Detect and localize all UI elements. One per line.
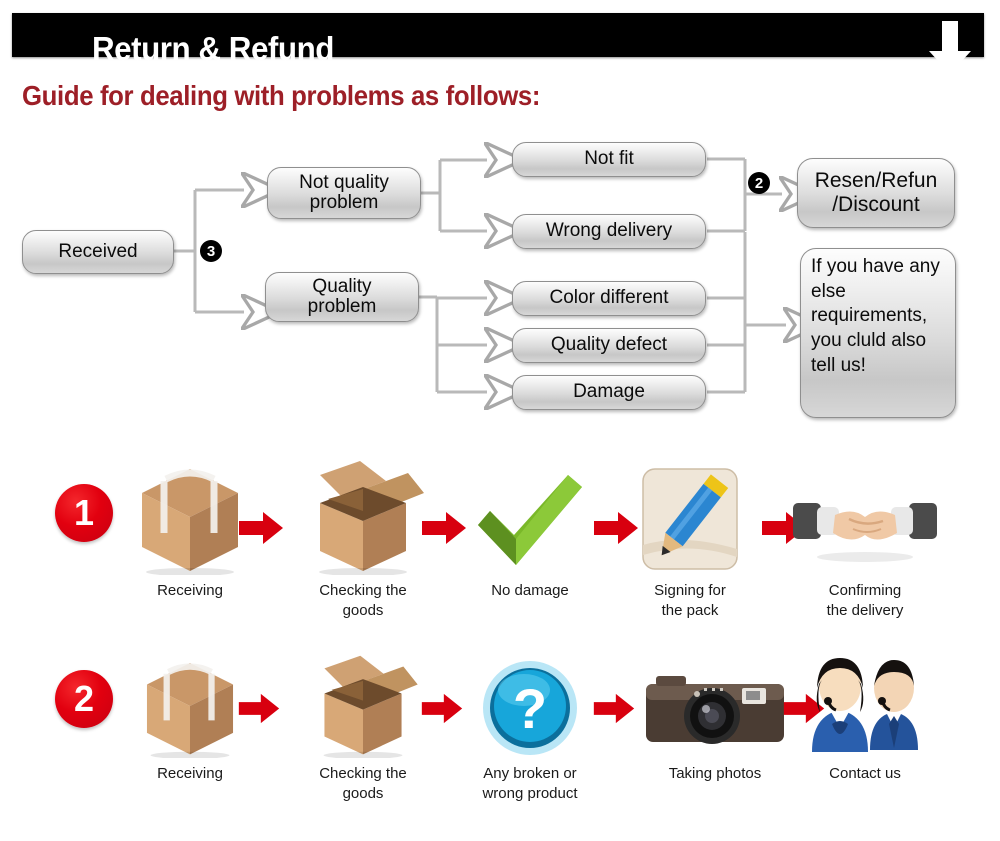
step-caption: Taking photos (668, 765, 762, 782)
step-caption: Contact us (829, 765, 901, 782)
support-agents-icon (790, 638, 940, 758)
process-step: No damage (455, 455, 605, 601)
flow-node-damage[interactable]: Damage (512, 375, 706, 410)
red-arrow-icon (237, 692, 285, 728)
badge-branch-three: 3 (200, 240, 222, 262)
process-step: Contact us (790, 638, 940, 784)
flow-node-received[interactable]: Received (22, 230, 174, 274)
return-refund-infographic: Return & Refund Guide for dealing with p… (0, 0, 1000, 841)
badge-branch-two: 2 (748, 172, 770, 194)
step-caption: Receiving (157, 765, 223, 782)
flow-node-quality-problem[interactable]: Quality problem (265, 272, 419, 322)
question-mark-icon: ? (455, 638, 605, 758)
step-caption: Checking the goods (319, 582, 407, 619)
svg-text:?: ? (513, 677, 547, 740)
red-arrow-icon (592, 692, 640, 728)
process-step: Taking photos (640, 638, 790, 784)
open-box-icon (288, 455, 438, 575)
flow-node-quality-defect[interactable]: Quality defect (512, 328, 706, 363)
open-box-icon (288, 638, 438, 758)
flow-node-extra-requirements[interactable]: If you have any else requirements, you c… (800, 248, 956, 418)
process-row-1: 1 Receiving Checking the goods No damage… (0, 455, 1000, 645)
pencil-sign-icon (615, 455, 765, 575)
step-number-badge: 1 (55, 484, 113, 542)
flow-node-not-fit[interactable]: Not fit (512, 142, 706, 177)
process-row-2: 2 Receiving Checking the goods ? Any bro… (0, 630, 1000, 820)
flow-node-wrong-delivery[interactable]: Wrong delivery (512, 214, 706, 249)
camera-icon (640, 638, 790, 758)
process-step: Signing for the pack (615, 455, 765, 620)
flow-node-color-different[interactable]: Color different (512, 281, 706, 316)
step-number-badge: 2 (55, 670, 113, 728)
step-caption: Receiving (157, 582, 223, 599)
red-arrow-icon (237, 510, 285, 546)
flow-node-not-quality-problem[interactable]: Not quality problem (267, 167, 421, 219)
green-check-icon (455, 455, 605, 575)
step-caption: Any broken or wrong product (482, 765, 578, 802)
process-step: Confirming the delivery (790, 455, 940, 620)
process-step: ? Any broken or wrong product (455, 638, 605, 803)
problem-flowchart: Received 3 Not quality problem Quality p… (0, 0, 1000, 440)
step-caption: Signing for the pack (654, 582, 726, 619)
flow-node-resend-refund-discount[interactable]: Resen/Refun /Discount (797, 158, 955, 228)
step-caption: Checking the goods (319, 765, 407, 802)
process-step: Checking the goods (288, 638, 438, 803)
step-caption: Confirming the delivery (826, 582, 904, 619)
process-step: Checking the goods (288, 455, 438, 620)
step-caption: No damage (491, 582, 569, 599)
handshake-icon (790, 455, 940, 575)
